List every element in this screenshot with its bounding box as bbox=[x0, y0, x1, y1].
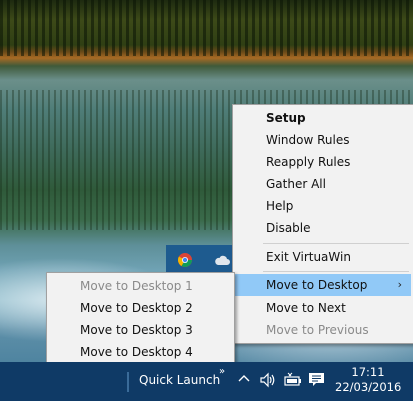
menu-item-exit-virtuawin[interactable]: Exit VirtuaWin bbox=[233, 246, 411, 268]
chrome-icon[interactable] bbox=[178, 253, 192, 270]
system-clock[interactable]: 17:11 22/03/2016 bbox=[335, 365, 401, 395]
submenu-item-label: Move to Desktop 4 bbox=[80, 345, 193, 359]
chevron-up-icon[interactable] bbox=[238, 372, 250, 386]
move-to-desktop-submenu: Move to Desktop 1 Move to Desktop 2 Move… bbox=[46, 272, 235, 367]
menu-item-label: Move to Next bbox=[266, 301, 346, 315]
menu-item-move-to-next[interactable]: Move to Next bbox=[233, 297, 411, 319]
menu-item-window-rules[interactable]: Window Rules bbox=[233, 129, 411, 151]
quick-launch-label[interactable]: Quick Launch bbox=[139, 373, 220, 387]
menu-item-move-to-desktop[interactable]: Move to Desktop › bbox=[233, 274, 411, 296]
clock-date: 22/03/2016 bbox=[335, 380, 402, 394]
submenu-item-desktop-4[interactable]: Move to Desktop 4 bbox=[47, 341, 232, 363]
battery-icon[interactable] bbox=[284, 372, 302, 391]
volume-icon[interactable] bbox=[259, 372, 277, 391]
submenu-arrow-icon: › bbox=[397, 278, 402, 291]
submenu-item-label: Move to Desktop 1 bbox=[80, 279, 193, 293]
submenu-item-desktop-1: Move to Desktop 1 bbox=[47, 275, 232, 297]
notification-icon[interactable] bbox=[308, 372, 325, 387]
submenu-item-label: Move to Desktop 3 bbox=[80, 323, 193, 337]
menu-item-gather-all[interactable]: Gather All bbox=[233, 173, 411, 195]
menu-item-label: Window Rules bbox=[266, 133, 350, 147]
menu-item-label: Setup bbox=[266, 111, 306, 125]
menu-item-label: Move to Previous bbox=[266, 323, 369, 337]
menu-separator bbox=[263, 243, 409, 244]
cloud-icon[interactable] bbox=[214, 254, 230, 269]
tray-overflow-strip bbox=[166, 245, 236, 275]
menu-item-label: Help bbox=[266, 199, 294, 213]
menu-item-label: Disable bbox=[266, 221, 311, 235]
menu-item-setup[interactable]: Setup bbox=[233, 107, 411, 129]
menu-item-reapply-rules[interactable]: Reapply Rules bbox=[233, 151, 411, 173]
taskbar: Quick Launch » 17:11 22/03/2016 bbox=[0, 362, 413, 401]
submenu-item-desktop-3[interactable]: Move to Desktop 3 bbox=[47, 319, 232, 341]
treeline-texture bbox=[0, 0, 413, 56]
menu-item-label: Move to Desktop bbox=[266, 278, 368, 292]
toolbar-separator[interactable] bbox=[127, 372, 129, 392]
menu-item-move-to-previous: Move to Previous bbox=[233, 319, 411, 341]
menu-separator bbox=[263, 271, 409, 272]
submenu-item-label: Move to Desktop 2 bbox=[80, 301, 193, 315]
menu-item-label: Gather All bbox=[266, 177, 326, 191]
menu-item-label: Exit VirtuaWin bbox=[266, 250, 351, 264]
menu-item-label: Reapply Rules bbox=[266, 155, 351, 169]
virtuawin-context-menu: Setup Window Rules Reapply Rules Gather … bbox=[232, 104, 413, 344]
submenu-item-desktop-2[interactable]: Move to Desktop 2 bbox=[47, 297, 232, 319]
menu-item-disable[interactable]: Disable bbox=[233, 217, 411, 239]
quick-launch-chevron-icon[interactable]: » bbox=[219, 366, 225, 377]
menu-item-help[interactable]: Help bbox=[233, 195, 411, 217]
clock-time: 17:11 bbox=[351, 365, 385, 379]
